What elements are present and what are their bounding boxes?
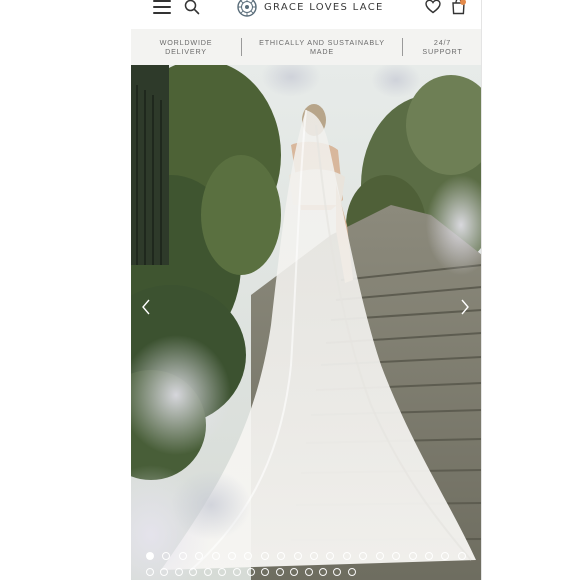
- carousel-dot[interactable]: [211, 552, 220, 560]
- chevron-left-icon[interactable]: [139, 297, 153, 317]
- carousel-dot[interactable]: [203, 568, 212, 576]
- carousel-dot[interactable]: [290, 568, 299, 576]
- carousel-dot[interactable]: [293, 552, 302, 560]
- ethically-made-label: ETHICALLY AND SUSTAINABLY MADE: [259, 38, 385, 56]
- site-header: GRACE LOVES LACE: [131, 0, 482, 28]
- carousel-dot[interactable]: [347, 568, 356, 576]
- carousel-dot[interactable]: [232, 568, 241, 576]
- lace-emblem-icon: [237, 0, 257, 17]
- carousel-dot[interactable]: [260, 552, 269, 560]
- carousel-dot[interactable]: [277, 552, 286, 560]
- carousel-dot[interactable]: [178, 552, 187, 560]
- carousel-dot[interactable]: [218, 568, 227, 576]
- carousel-dots-row-1: [146, 552, 466, 560]
- carousel-dot[interactable]: [342, 552, 351, 560]
- brand-name: GRACE LOVES LACE: [264, 1, 384, 13]
- worldwide-delivery-label: WORLDWIDE DELIVERY: [159, 38, 213, 56]
- carousel-dot[interactable]: [326, 552, 335, 560]
- support-label: 24/7 SUPPORT: [422, 38, 463, 56]
- carousel-dot[interactable]: [333, 568, 342, 576]
- carousel-dot[interactable]: [195, 552, 204, 560]
- search-icon[interactable]: [184, 0, 200, 15]
- carousel-dot[interactable]: [310, 552, 319, 560]
- carousel-dot[interactable]: [359, 552, 368, 560]
- carousel-dot[interactable]: [160, 568, 169, 576]
- value-proposition-strip: WORLDWIDE DELIVERY ETHICALLY AND SUSTAIN…: [131, 29, 482, 65]
- carousel-dot[interactable]: [375, 552, 384, 560]
- carousel-dot[interactable]: [319, 568, 328, 576]
- carousel-dot[interactable]: [457, 552, 466, 560]
- bridal-veil-photo: [131, 65, 482, 580]
- carousel-dot[interactable]: [246, 568, 255, 576]
- mobile-page: GRACE LOVES LACE WORLDWIDE DELIVERY ETHI…: [131, 0, 482, 580]
- carousel-dot[interactable]: [392, 552, 401, 560]
- menu-icon[interactable]: [153, 0, 171, 14]
- carousel-dot[interactable]: [174, 568, 183, 576]
- brand-logo[interactable]: GRACE LOVES LACE: [237, 0, 384, 17]
- carousel-dots-row-2: [146, 568, 356, 576]
- product-image-carousel[interactable]: [131, 65, 482, 580]
- carousel-dot[interactable]: [304, 568, 313, 576]
- carousel-dot[interactable]: [275, 568, 284, 576]
- carousel-dot[interactable]: [146, 568, 154, 576]
- chevron-right-icon[interactable]: [458, 297, 472, 317]
- viewport-edge: [481, 0, 482, 580]
- carousel-dot[interactable]: [244, 552, 253, 560]
- carousel-dot[interactable]: [441, 552, 450, 560]
- carousel-dot[interactable]: [424, 552, 433, 560]
- heart-icon[interactable]: [425, 0, 441, 14]
- carousel-dot[interactable]: [261, 568, 270, 576]
- carousel-dot[interactable]: [408, 552, 417, 560]
- carousel-dot[interactable]: [189, 568, 198, 576]
- carousel-dot[interactable]: [228, 552, 237, 560]
- carousel-dot[interactable]: [162, 552, 171, 560]
- carousel-dot[interactable]: [146, 552, 154, 560]
